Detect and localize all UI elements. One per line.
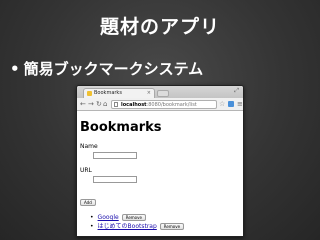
resize-icon[interactable]: ⤢ (234, 87, 239, 95)
page-heading: Bookmarks (80, 120, 162, 135)
slide-title: 題材のアプリ (99, 16, 220, 38)
bullet-dot: • (10, 60, 20, 78)
home-icon[interactable]: ⌂ (103, 99, 107, 109)
slide-bullet-text: 簡易ブックマークシステム (23, 60, 204, 78)
page-icon (114, 102, 118, 107)
url-label: URL (80, 167, 92, 174)
browser-toolbar: ← → ↻ ⌂ localhost:8080/bookmark/list ☆ ≡ (77, 98, 243, 111)
favicon-icon (87, 91, 92, 96)
url-host: localhost (121, 102, 147, 108)
browser-window: Bookmarks × ⤢ ← → ↻ ⌂ localhost:8080/boo… (76, 85, 244, 237)
new-tab-button[interactable] (157, 90, 169, 97)
remove-button[interactable]: Remove (121, 214, 146, 221)
back-icon[interactable]: ← (80, 99, 86, 109)
menu-icon[interactable]: ≡ (237, 99, 243, 109)
name-label: Name (80, 143, 98, 150)
reload-icon[interactable]: ↻ (96, 99, 102, 109)
extension-icon[interactable] (228, 101, 234, 107)
list-bullet: • (90, 214, 94, 221)
bookmark-list: • Google Remove • はじめてのBootstrap Remove (80, 213, 240, 231)
bookmark-link[interactable]: はじめてのBootstrap (98, 223, 157, 230)
list-item: • Google Remove (90, 213, 240, 222)
slide-bullet: • 簡易ブックマークシステム (10, 58, 203, 79)
browser-tab[interactable]: Bookmarks × (83, 88, 155, 98)
url-path: :8080/bookmark/list (146, 102, 197, 108)
name-input[interactable] (93, 152, 137, 159)
url-input[interactable] (93, 176, 137, 183)
list-bullet: • (90, 223, 94, 230)
page-content: Bookmarks Name URL Add • Google Remove • はじ… (77, 112, 243, 231)
forward-icon[interactable]: → (88, 99, 94, 109)
add-button[interactable]: Add (80, 199, 96, 206)
address-bar[interactable]: localhost:8080/bookmark/list (111, 100, 217, 109)
bookmark-star-icon[interactable]: ☆ (219, 99, 225, 109)
tab-title: Bookmarks (94, 90, 122, 96)
list-item: • はじめてのBootstrap Remove (90, 222, 240, 231)
tab-close-icon[interactable]: × (147, 89, 151, 98)
tab-strip: Bookmarks × ⤢ (77, 86, 243, 98)
bookmark-link[interactable]: Google (98, 214, 119, 221)
remove-button[interactable]: Remove (159, 223, 185, 230)
